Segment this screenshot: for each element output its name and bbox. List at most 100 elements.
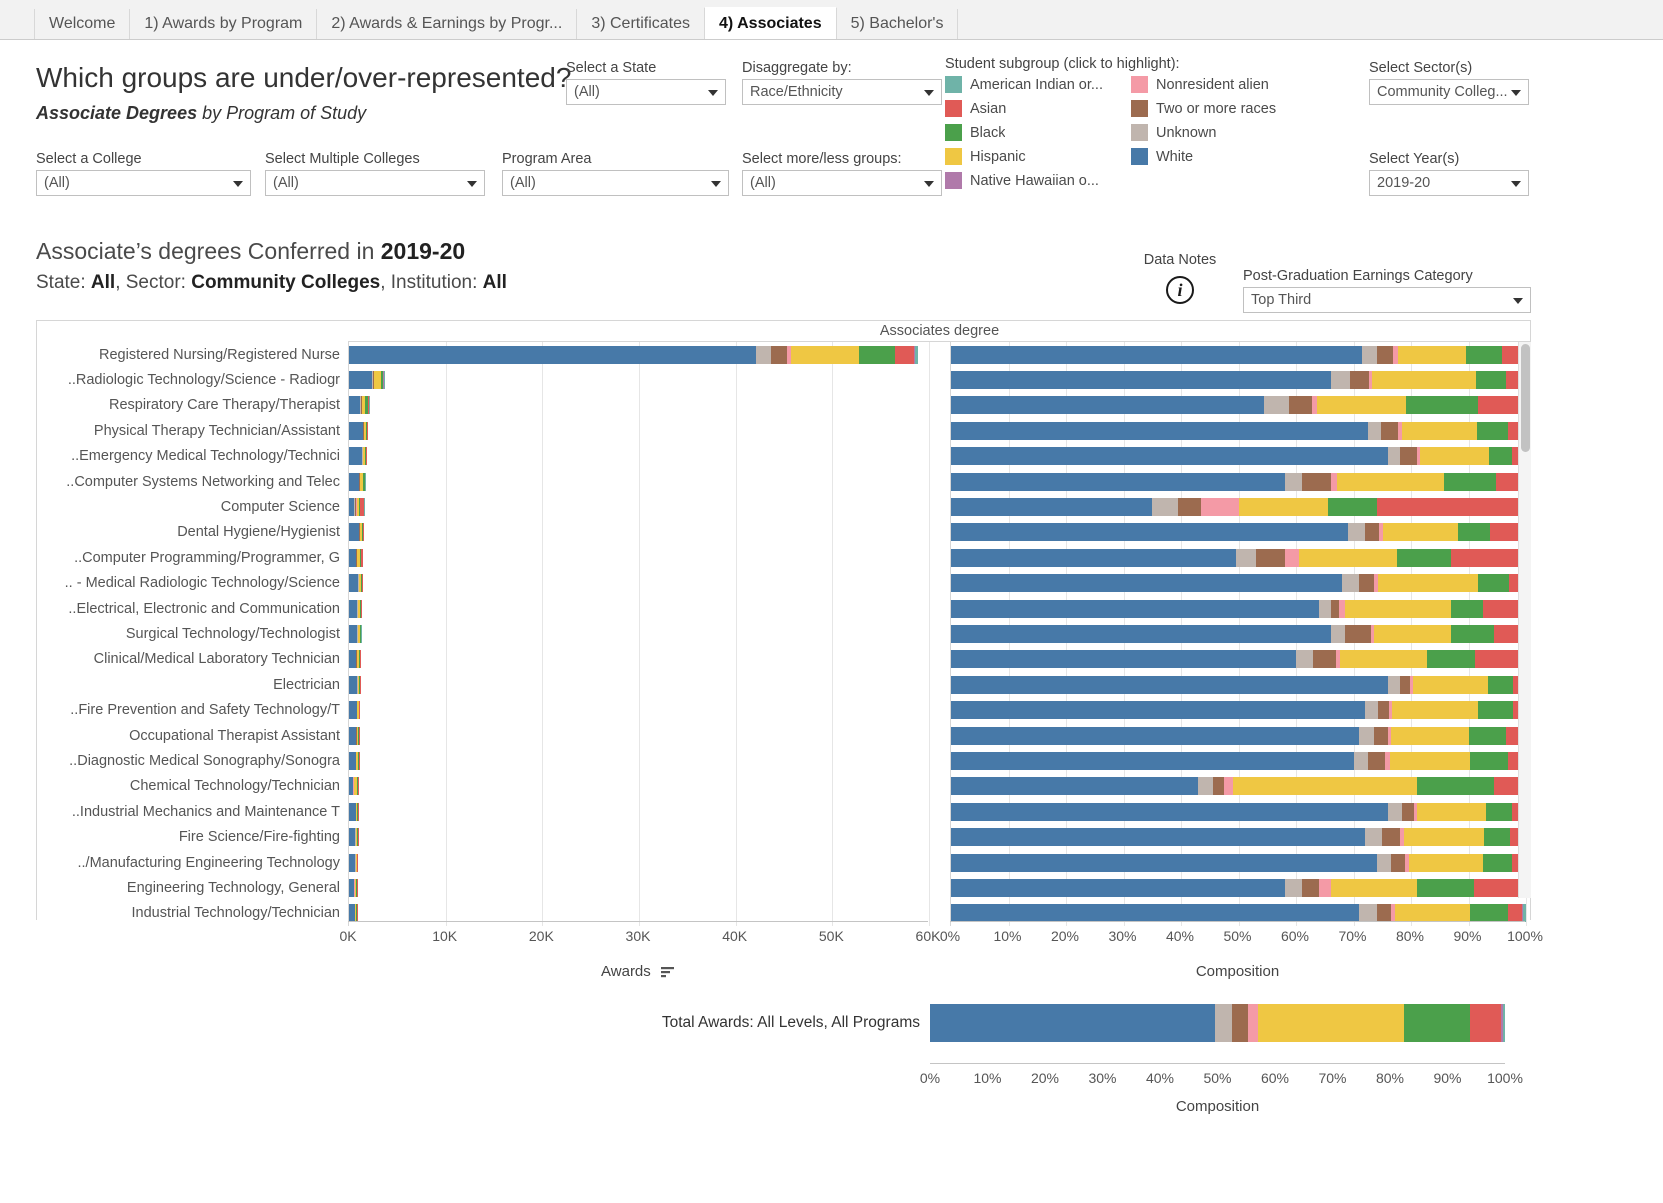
chart-row[interactable]: Emergency Medical Technology/Technici.. bbox=[36, 443, 1531, 469]
bar-segment[interactable] bbox=[756, 345, 771, 364]
awards-bar-cell[interactable] bbox=[348, 799, 930, 825]
chart-row[interactable]: Industrial Mechanics and Maintenance T.. bbox=[36, 799, 1531, 825]
bar-segment[interactable] bbox=[1416, 878, 1475, 897]
composition-bar-cell[interactable] bbox=[950, 367, 1527, 393]
awards-bar-cell[interactable] bbox=[348, 672, 930, 698]
composition-bar-cell[interactable] bbox=[950, 672, 1527, 698]
chart-row[interactable]: Chemical Technology/Technician bbox=[36, 773, 1531, 800]
composition-bar-cell[interactable] bbox=[950, 392, 1527, 419]
bar-segment[interactable] bbox=[1399, 447, 1417, 466]
bar-segment[interactable] bbox=[1392, 701, 1479, 720]
bar-segment[interactable] bbox=[1212, 777, 1225, 796]
bar-segment[interactable] bbox=[349, 624, 358, 643]
bar-segment[interactable] bbox=[1342, 574, 1360, 593]
chart-row[interactable]: Clinical/Medical Laboratory Technician bbox=[36, 646, 1531, 673]
bar-segment[interactable] bbox=[1344, 624, 1371, 643]
composition-bar-cell[interactable] bbox=[950, 849, 1527, 876]
bar-segment[interactable] bbox=[1377, 345, 1394, 364]
bar-segment[interactable] bbox=[1344, 599, 1452, 618]
bar-segment[interactable] bbox=[1523, 904, 1526, 923]
legend-item[interactable]: Two or more races bbox=[1131, 100, 1276, 117]
bar-segment[interactable] bbox=[1489, 447, 1513, 466]
bar-segment[interactable] bbox=[951, 777, 1199, 796]
bar-segment[interactable] bbox=[349, 523, 359, 542]
bar-segment[interactable] bbox=[1350, 371, 1370, 390]
chart-row[interactable]: Medical Radiologic Technology/Science - … bbox=[36, 570, 1531, 596]
bar-segment[interactable] bbox=[1330, 371, 1351, 390]
legend-item[interactable]: White bbox=[1131, 148, 1276, 165]
composition-bar-cell[interactable] bbox=[950, 824, 1527, 850]
filter-disaggregate-select[interactable]: Race/Ethnicity bbox=[742, 79, 942, 105]
awards-bar-cell[interactable] bbox=[348, 443, 930, 469]
tab-bachelors[interactable]: 5) Bachelor's bbox=[835, 9, 959, 39]
bar-segment[interactable] bbox=[1478, 396, 1521, 415]
bar-segment[interactable] bbox=[1389, 751, 1471, 770]
awards-bar-cell[interactable] bbox=[348, 646, 930, 673]
bar-segment[interactable] bbox=[1376, 853, 1391, 872]
composition-bar-cell[interactable] bbox=[950, 697, 1527, 723]
legend-item[interactable]: American Indian or... bbox=[945, 76, 1103, 93]
composition-bar-cell[interactable] bbox=[950, 545, 1527, 571]
chart-row[interactable]: Diagnostic Medical Sonography/Sonogra.. bbox=[36, 748, 1531, 774]
awards-bar-cell[interactable] bbox=[348, 697, 930, 723]
bar-segment[interactable] bbox=[930, 1004, 1215, 1042]
filter-year-select[interactable]: 2019-20 bbox=[1369, 170, 1529, 196]
bar-segment[interactable] bbox=[1502, 1004, 1505, 1042]
bar-segment[interactable] bbox=[1404, 1004, 1471, 1042]
bar-segment[interactable] bbox=[349, 675, 358, 694]
awards-bar-cell[interactable] bbox=[348, 824, 930, 850]
composition-bar-cell[interactable] bbox=[950, 494, 1527, 520]
bar-segment[interactable] bbox=[951, 371, 1331, 390]
chart-row[interactable]: Manufacturing Engineering Technology/.. bbox=[36, 849, 1531, 876]
legend-item[interactable]: Unknown bbox=[1131, 124, 1276, 141]
bar-segment[interactable] bbox=[951, 853, 1377, 872]
chart-row[interactable]: Registered Nursing/Registered Nurse bbox=[36, 342, 1531, 368]
bar-segment[interactable] bbox=[791, 345, 859, 364]
bar-segment[interactable] bbox=[1327, 498, 1377, 517]
bar-segment[interactable] bbox=[1477, 421, 1508, 440]
bar-segment[interactable] bbox=[1388, 802, 1403, 821]
bar-segment[interactable] bbox=[1214, 1004, 1232, 1042]
bar-segment[interactable] bbox=[951, 675, 1388, 694]
chart-row[interactable]: Occupational Therapist Assistant bbox=[36, 722, 1531, 749]
awards-bar-cell[interactable] bbox=[348, 468, 930, 495]
bar-segment[interactable] bbox=[1426, 650, 1476, 669]
chart-row[interactable]: Fire Prevention and Safety Technology/T.… bbox=[36, 697, 1531, 723]
info-icon[interactable]: i bbox=[1166, 276, 1194, 304]
bar-segment[interactable] bbox=[1470, 904, 1508, 923]
bar-segment[interactable] bbox=[894, 345, 915, 364]
sort-icon[interactable] bbox=[660, 966, 675, 978]
bar-segment[interactable] bbox=[951, 751, 1354, 770]
bar-segment[interactable] bbox=[349, 396, 361, 415]
bar-segment[interactable] bbox=[349, 371, 372, 390]
bar-segment[interactable] bbox=[1382, 828, 1400, 847]
bar-segment[interactable] bbox=[1478, 574, 1509, 593]
bar-segment[interactable] bbox=[349, 345, 757, 364]
bar-segment[interactable] bbox=[1381, 421, 1399, 440]
awards-bar-cell[interactable] bbox=[348, 392, 930, 419]
bar-segment[interactable] bbox=[1232, 777, 1417, 796]
bar-segment[interactable] bbox=[1377, 574, 1479, 593]
bar-segment[interactable] bbox=[1359, 904, 1377, 923]
bar-segment[interactable] bbox=[349, 650, 356, 669]
bar-segment[interactable] bbox=[1399, 675, 1410, 694]
composition-bar-cell[interactable] bbox=[950, 595, 1527, 622]
bar-segment[interactable] bbox=[1365, 523, 1380, 542]
filter-earnings-select[interactable]: Top Third bbox=[1243, 287, 1531, 313]
bar-segment[interactable] bbox=[1284, 878, 1302, 897]
bar-segment[interactable] bbox=[1337, 472, 1444, 491]
composition-bar-cell[interactable] bbox=[950, 799, 1527, 825]
filter-sector-select[interactable]: Community Colleg... bbox=[1369, 79, 1529, 105]
bar-segment[interactable] bbox=[1390, 853, 1406, 872]
chart-row[interactable]: Radiologic Technology/Science - Radiogr.… bbox=[36, 367, 1531, 393]
bar-segment[interactable] bbox=[1198, 777, 1213, 796]
bar-segment[interactable] bbox=[1388, 447, 1400, 466]
bar-segment[interactable] bbox=[1317, 396, 1407, 415]
bar-segment[interactable] bbox=[951, 726, 1360, 745]
chart-row[interactable]: Computer Science bbox=[36, 494, 1531, 520]
bar-segment[interactable] bbox=[951, 472, 1285, 491]
bar-segment[interactable] bbox=[1288, 396, 1312, 415]
bar-segment[interactable] bbox=[1373, 624, 1452, 643]
chart-row[interactable]: Electrical, Electronic and Communication… bbox=[36, 595, 1531, 622]
bar-segment[interactable] bbox=[1365, 701, 1378, 720]
